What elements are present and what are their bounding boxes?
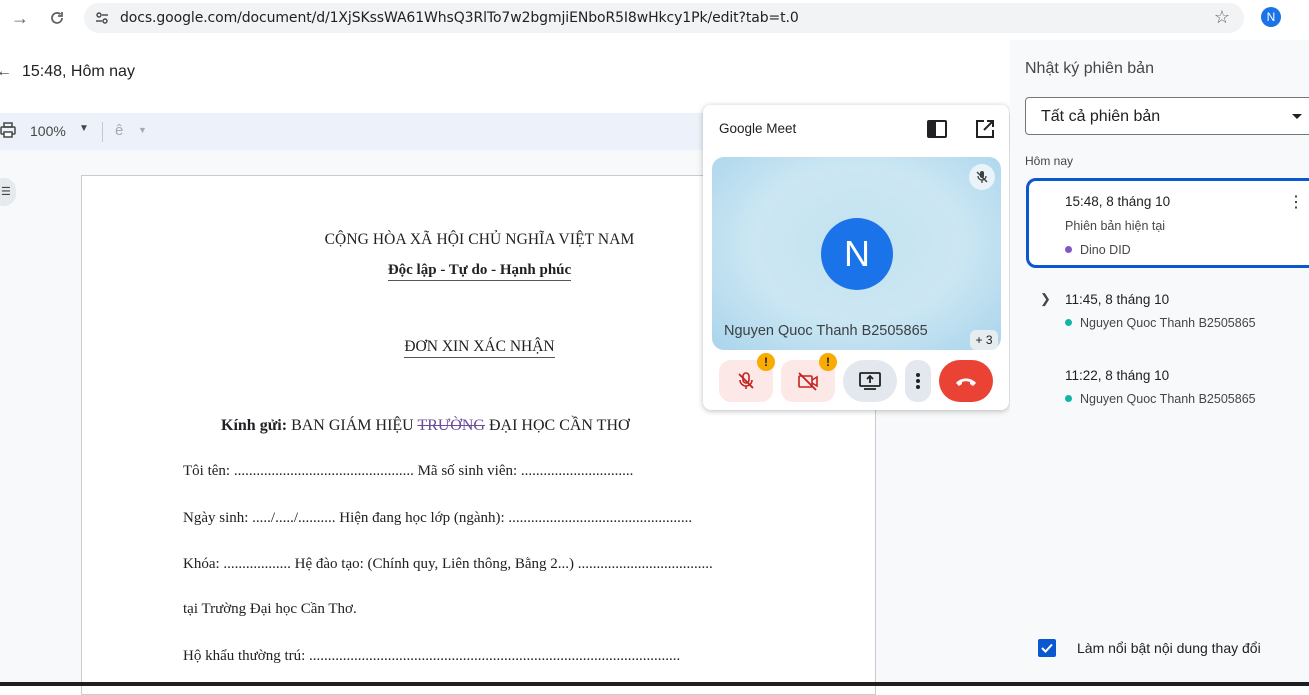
version-time: 15:48, 8 tháng 10	[1065, 194, 1171, 209]
editing-mode-icon: ê	[115, 122, 124, 139]
back-arrow-icon[interactable]: ←	[0, 63, 12, 81]
editing-mode-dropdown-icon: ▼	[138, 125, 147, 135]
version-author-name: Dino DID	[1080, 243, 1131, 257]
version-author-name: Nguyen Quoc Thanh B2505865	[1080, 392, 1256, 406]
forward-icon[interactable]: →	[8, 6, 32, 30]
browser-toolbar: → docs.google.com/document/d/1XjSKssWA61…	[0, 0, 1309, 36]
author-color-dot	[1065, 395, 1072, 402]
camera-warning-icon: !	[819, 353, 837, 371]
reload-icon[interactable]	[45, 6, 69, 30]
doc-header	[0, 40, 1010, 108]
microphone-toggle-button[interactable]: !	[719, 353, 775, 402]
version-label: Phiên bản hiện tại	[1065, 219, 1166, 233]
zoom-select[interactable]: 100%	[30, 123, 66, 139]
more-options-button[interactable]	[905, 360, 931, 402]
doc-recipient-b: ĐẠI HỌC CẦN THƠ	[484, 417, 630, 434]
print-icon[interactable]	[0, 122, 16, 138]
more-participants-badge[interactable]: + 3	[970, 330, 998, 350]
present-screen-icon	[859, 372, 881, 390]
expand-chevron-icon[interactable]: ❯	[1040, 291, 1051, 307]
outline-icon: ☰	[1, 186, 11, 198]
doc-recipient-a: BAN GIÁM HIỆU	[287, 417, 418, 434]
meet-title: Google Meet	[719, 121, 797, 136]
version-author: Nguyen Quoc Thanh B2505865	[1065, 392, 1256, 406]
doc-heading-motto-text: Độc lập - Tự do - Hạnh phúc	[387, 262, 572, 281]
doc-line-name: Tôi tên: ...............................…	[183, 463, 634, 479]
version-title: 15:48, Hôm nay	[22, 63, 135, 80]
version-author: Dino DID	[1065, 243, 1131, 257]
version-author: Nguyen Quoc Thanh B2505865	[1065, 316, 1256, 330]
author-color-dot	[1065, 246, 1072, 253]
camera-off-icon	[798, 372, 818, 391]
leave-call-button[interactable]	[939, 360, 993, 402]
camera-toggle-button[interactable]: !	[781, 353, 837, 402]
address-bar[interactable]: docs.google.com/document/d/1XjSKssWA61Wh…	[84, 3, 1244, 33]
version-author-name: Nguyen Quoc Thanh B2505865	[1080, 316, 1256, 330]
url-text: docs.google.com/document/d/1XjSKssWA61Wh…	[120, 10, 799, 26]
profile-avatar[interactable]: N	[1261, 7, 1281, 27]
mic-warning-icon: !	[757, 353, 775, 371]
version-item-1122[interactable]: 11:22, 8 tháng 10	[1065, 368, 1169, 383]
doc-recipient-deleted: TRƯỜNG	[417, 417, 485, 434]
site-settings-icon[interactable]	[94, 10, 110, 26]
bookmark-star-icon[interactable]: ☆	[1214, 7, 1230, 28]
highlight-changes-label: Làm nổi bật nội dung thay đổi	[1077, 640, 1261, 656]
participant-tile[interactable]: N Nguyen Quoc Thanh B2505865 + 3	[712, 157, 1001, 350]
meet-popup: Google Meet N Nguyen Quoc Thanh B2505865…	[703, 105, 1009, 410]
doc-line-birth: Ngày sinh: ...../...../.......... Hiện đ…	[183, 510, 693, 526]
participant-name: Nguyen Quoc Thanh B2505865	[724, 323, 928, 339]
mic-off-icon	[738, 372, 754, 389]
version-more-icon[interactable]: ⋮	[1288, 195, 1304, 211]
present-screen-button[interactable]	[843, 360, 897, 402]
doc-line-course: Khóa: .................. Hệ đào tạo: (Ch…	[183, 556, 713, 572]
end-call-icon	[956, 378, 976, 386]
dropdown-caret-icon	[1292, 114, 1302, 119]
doc-line-residence: Hộ khẩu thường trú: ....................…	[183, 648, 681, 664]
author-color-dot	[1065, 319, 1072, 326]
doc-heading-form-title-text: ĐƠN XIN XÁC NHẬN	[404, 338, 555, 358]
open-in-new-window-icon[interactable]	[975, 119, 995, 139]
doc-recipient: Kính gửi: BAN GIÁM HIỆU TRƯỜNG ĐẠI HỌC C…	[221, 417, 630, 435]
participant-muted-icon	[969, 164, 995, 190]
version-filter-value: Tất cả phiên bản	[1041, 108, 1161, 125]
version-history-title: Nhật ký phiên bản	[1025, 60, 1154, 77]
doc-recipient-prefix: Kính gửi:	[221, 417, 288, 434]
taskbar-edge	[0, 682, 1309, 686]
version-filter-select[interactable]: Tất cả phiên bản	[1025, 97, 1309, 135]
side-panel-icon[interactable]	[927, 120, 947, 138]
version-item-current[interactable]: 15:48, 8 tháng 10 Phiên bản hiện tại Din…	[1026, 178, 1309, 268]
version-section-today: Hôm nay	[1025, 154, 1074, 168]
more-vert-icon	[916, 373, 920, 389]
doc-line-school: tại Trường Đại học Cần Thơ.	[183, 601, 357, 617]
toolbar-divider	[102, 122, 103, 142]
version-item-1145[interactable]: 11:45, 8 tháng 10	[1065, 292, 1169, 307]
checkmark-icon	[1041, 643, 1053, 653]
version-history-panel: Nhật ký phiên bản Tất cả phiên bản Hôm n…	[1010, 40, 1309, 686]
participant-avatar: N	[821, 218, 893, 290]
zoom-dropdown-icon[interactable]: ▼	[79, 123, 89, 134]
highlight-changes-checkbox[interactable]	[1038, 639, 1056, 657]
